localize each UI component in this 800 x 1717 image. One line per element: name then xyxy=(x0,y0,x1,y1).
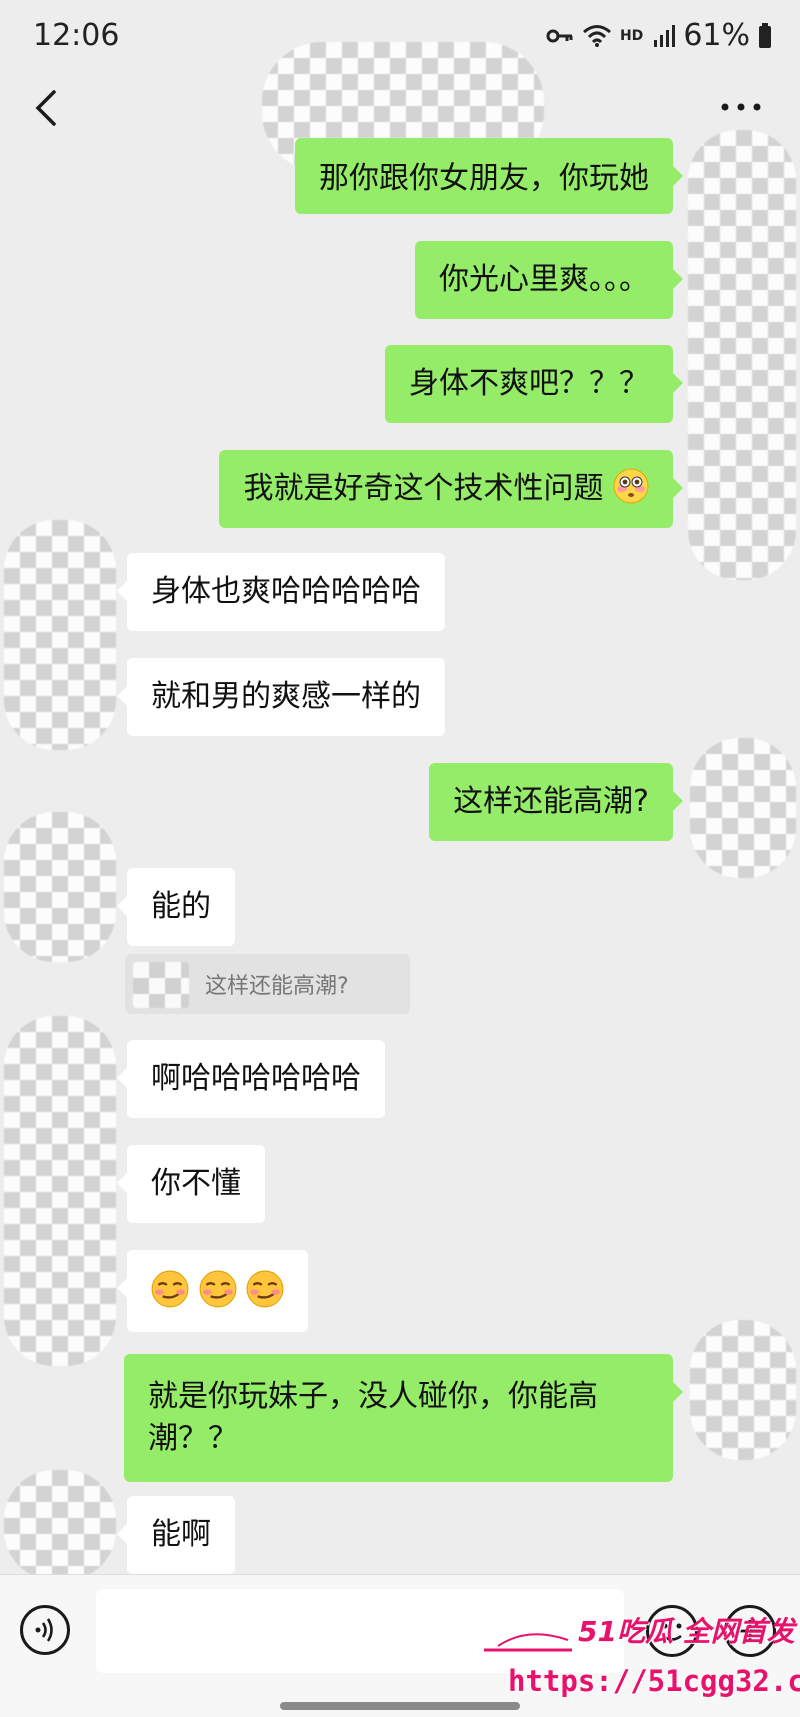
battery-icon xyxy=(759,22,771,48)
message-text: 就和男的爽感一样的 xyxy=(151,679,421,714)
plus-icon xyxy=(739,1620,761,1642)
message-bubble-me[interactable]: 身体不爽吧？？？ xyxy=(385,345,683,423)
message-bubble-me[interactable]: 我就是好奇这个技术性问题 xyxy=(219,450,683,528)
battery-percent: 61% xyxy=(683,18,750,53)
home-indicator xyxy=(280,1702,520,1710)
message-bubble-them[interactable]: 能的 xyxy=(117,868,235,946)
avatar-them[interactable] xyxy=(4,1470,116,1580)
quote-text: 这样还能高潮? xyxy=(205,974,349,999)
smirking-face-icon xyxy=(151,1270,189,1308)
message-bubble-them[interactable] xyxy=(116,1250,309,1332)
message-bubble-them[interactable]: 身体也爽哈哈哈哈哈 xyxy=(117,553,445,631)
message-text: 就是你玩妹子，没人碰你，你能高潮？？ xyxy=(148,1379,598,1456)
avatar-them[interactable] xyxy=(4,1016,116,1366)
quote-avatar xyxy=(133,962,189,1008)
smirking-face-icon xyxy=(199,1270,237,1308)
back-icon[interactable] xyxy=(30,86,60,130)
message-text: 身体不爽吧？？？ xyxy=(409,366,649,401)
key-icon xyxy=(546,29,573,42)
flushed-face-icon xyxy=(613,468,649,504)
message-input[interactable] xyxy=(96,1589,624,1673)
message-text: 我就是好奇这个技术性问题 xyxy=(243,471,604,506)
message-bubble-them[interactable]: 啊哈哈哈哈哈哈 xyxy=(117,1040,385,1118)
hd-label: HD xyxy=(619,27,644,44)
voice-icon xyxy=(35,1618,53,1642)
avatar-me[interactable] xyxy=(688,130,796,580)
message-bubble-me[interactable]: 那你跟你女朋友，你玩她 xyxy=(295,138,683,214)
message-text: 你光心里爽。。。 xyxy=(439,262,649,297)
message-bubble-me[interactable]: 就是你玩妹子，没人碰你，你能高潮？？ xyxy=(124,1354,683,1482)
message-text: 这样还能高潮? xyxy=(453,784,649,819)
input-bar xyxy=(0,1574,800,1717)
message-text: 那你跟你女朋友，你玩她 xyxy=(319,161,649,196)
message-bubble-me[interactable]: 这样还能高潮? xyxy=(429,763,683,841)
message-text: 能啊 xyxy=(151,1517,211,1552)
message-text: 你不懂 xyxy=(151,1166,241,1201)
smirking-face-icon xyxy=(246,1270,284,1308)
more-icon[interactable] xyxy=(718,92,764,122)
avatar-them[interactable] xyxy=(4,520,116,750)
emoji-button[interactable] xyxy=(646,1605,698,1657)
emoji-icon xyxy=(662,1623,682,1641)
wifi-icon xyxy=(583,24,611,47)
message-bubble-them[interactable]: 能啊 xyxy=(117,1496,235,1574)
message-bubble-them[interactable]: 你不懂 xyxy=(117,1145,265,1223)
plus-button[interactable] xyxy=(724,1605,776,1657)
message-text: 能的 xyxy=(151,889,211,924)
avatar-them[interactable] xyxy=(4,812,116,962)
signal-icon xyxy=(654,24,676,47)
message-text: 啊哈哈哈哈哈哈 xyxy=(151,1061,361,1096)
status-time: 12:06 xyxy=(33,18,120,53)
avatar-me[interactable] xyxy=(690,1320,796,1460)
quoted-reply[interactable]: 这样还能高潮? xyxy=(125,954,410,1014)
message-text: 身体也爽哈哈哈哈哈 xyxy=(151,574,421,609)
avatar-me[interactable] xyxy=(690,738,796,878)
message-bubble-me[interactable]: 你光心里爽。。。 xyxy=(415,241,683,319)
status-icons: HD 61% xyxy=(546,18,772,53)
voice-button[interactable] xyxy=(20,1605,70,1655)
message-bubble-them[interactable]: 就和男的爽感一样的 xyxy=(117,658,445,736)
